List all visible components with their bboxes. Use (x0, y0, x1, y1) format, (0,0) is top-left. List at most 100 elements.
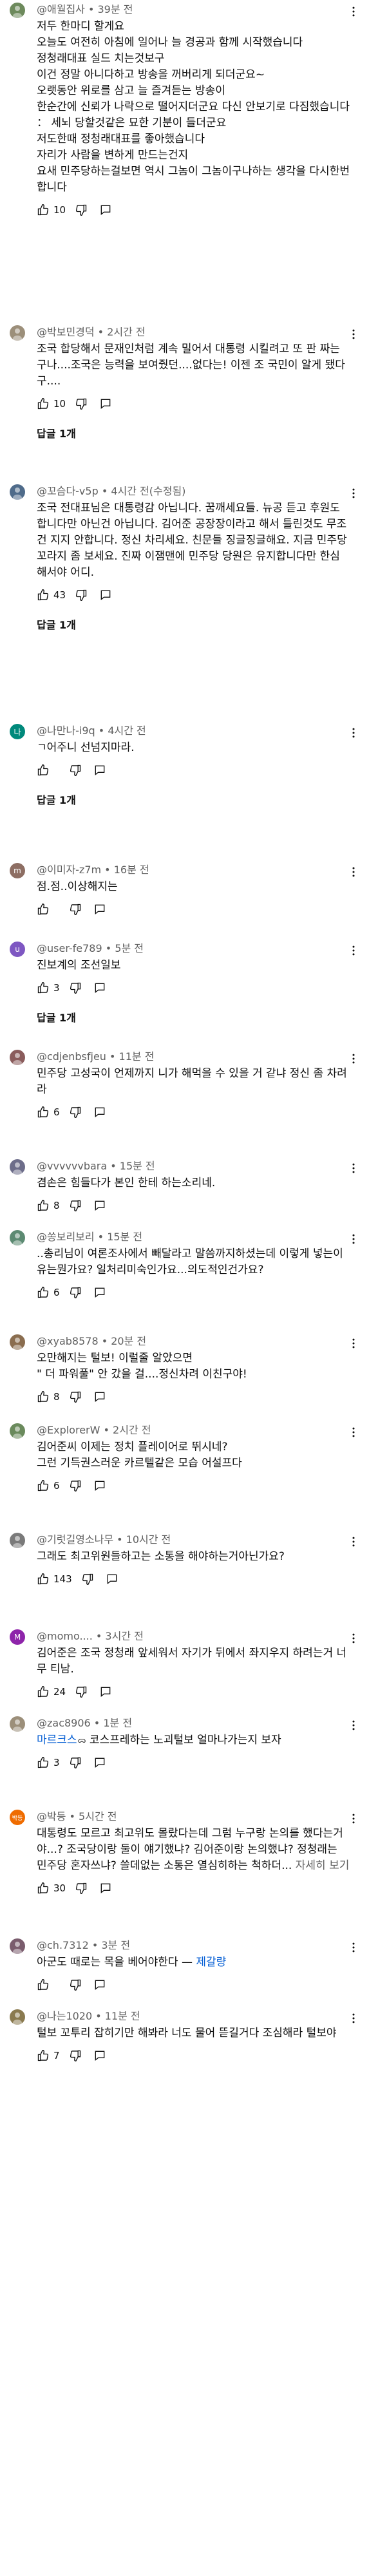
more-options-icon[interactable] (347, 1162, 360, 1175)
replies-button[interactable]: 답글 1개 (37, 423, 76, 442)
comment-author-time[interactable]: @ExplorerW • 2시간 전 (37, 1423, 350, 1437)
avatar[interactable]: M (10, 1629, 25, 1645)
thumbs-up-icon[interactable] (37, 764, 50, 777)
avatar[interactable] (10, 1334, 25, 1350)
thumbs-down-icon[interactable] (69, 764, 82, 777)
mention-link[interactable]: 마르크스 (37, 1734, 77, 1747)
thumbs-down-icon[interactable] (69, 1479, 82, 1492)
thumbs-up-icon[interactable] (37, 1199, 50, 1212)
thumbs-down-icon[interactable] (69, 1106, 82, 1119)
avatar[interactable] (10, 1050, 25, 1065)
more-options-icon[interactable] (347, 328, 360, 341)
avatar[interactable] (10, 2009, 25, 2025)
thumbs-down-icon[interactable] (69, 1978, 82, 1991)
thumbs-up-icon[interactable] (37, 1756, 50, 1769)
avatar[interactable] (10, 1938, 25, 1954)
reply-icon[interactable] (93, 1978, 106, 1991)
reply-icon[interactable] (93, 1390, 106, 1403)
avatar[interactable] (10, 1533, 25, 1548)
reply-icon[interactable] (99, 1685, 112, 1698)
more-options-icon[interactable] (347, 1426, 360, 1439)
thumbs-up-icon[interactable] (37, 589, 50, 601)
replies-button[interactable]: 답글 1개 (37, 790, 76, 809)
more-options-icon[interactable] (347, 1233, 360, 1245)
avatar[interactable]: m (10, 863, 25, 878)
thumbs-down-icon[interactable] (69, 2049, 82, 2062)
comment-author-time[interactable]: @나만나-i9q • 4시간 전 (37, 724, 350, 738)
thumbs-down-icon[interactable] (69, 1756, 82, 1769)
thumbs-up-icon[interactable] (37, 981, 50, 994)
thumbs-down-icon[interactable] (69, 1199, 82, 1212)
more-options-icon[interactable] (347, 944, 360, 957)
thumbs-down-icon[interactable] (69, 981, 82, 994)
avatar[interactable] (10, 484, 25, 500)
more-options-icon[interactable] (347, 2012, 360, 2025)
thumbs-up-icon[interactable] (37, 903, 50, 916)
comment-author-time[interactable]: @vvvvvvbara • 15분 전 (37, 1159, 350, 1173)
reply-icon[interactable] (93, 2049, 106, 2062)
avatar[interactable] (10, 3, 25, 18)
comment-author-time[interactable]: @꼬슴다-v5p • 4시간 전(수정됨) (37, 484, 350, 498)
avatar[interactable]: 박등 (10, 1810, 25, 1825)
more-options-icon[interactable] (347, 1941, 360, 1954)
reply-icon[interactable] (99, 397, 112, 410)
avatar[interactable] (10, 1159, 25, 1175)
more-options-icon[interactable] (347, 1052, 360, 1065)
avatar[interactable] (10, 1230, 25, 1245)
comment-author-time[interactable]: @쏭보리보리 • 15분 전 (37, 1230, 350, 1244)
avatar[interactable] (10, 1423, 25, 1439)
more-options-icon[interactable] (347, 487, 360, 500)
avatar[interactable] (10, 325, 25, 341)
reply-icon[interactable] (106, 1573, 118, 1586)
thumbs-down-icon[interactable] (69, 903, 82, 916)
comment-author-time[interactable]: @user-fe789 • 5분 전 (37, 942, 350, 956)
thumbs-down-icon[interactable] (75, 589, 88, 601)
thumbs-up-icon[interactable] (37, 397, 50, 410)
thumbs-down-icon[interactable] (75, 1685, 88, 1698)
reply-icon[interactable] (93, 1756, 106, 1769)
reply-icon[interactable] (99, 1882, 112, 1895)
read-more-link[interactable]: 자세히 보기 (296, 1859, 350, 1872)
thumbs-down-icon[interactable] (75, 204, 88, 216)
reply-icon[interactable] (93, 1106, 106, 1119)
thumbs-up-icon[interactable] (37, 1685, 50, 1698)
comment-author-time[interactable]: @나는1020 • 11분 전 (37, 2009, 350, 2023)
reply-icon[interactable] (93, 1286, 106, 1299)
avatar[interactable]: u (10, 942, 25, 957)
replies-button[interactable]: 답글 1개 (37, 614, 76, 634)
avatar[interactable] (10, 1716, 25, 1732)
thumbs-down-icon[interactable] (69, 1390, 82, 1403)
more-options-icon[interactable] (347, 726, 360, 739)
avatar[interactable]: 나 (10, 724, 25, 739)
thumbs-down-icon[interactable] (75, 397, 88, 410)
thumbs-up-icon[interactable] (37, 1106, 50, 1119)
more-options-icon[interactable] (347, 1535, 360, 1548)
comment-author-time[interactable]: @이미자-z7m • 16분 전 (37, 863, 350, 877)
more-options-icon[interactable] (347, 1812, 360, 1825)
more-options-icon[interactable] (347, 1719, 360, 1732)
more-options-icon[interactable] (347, 1337, 360, 1350)
thumbs-up-icon[interactable] (37, 1573, 50, 1586)
reply-icon[interactable] (93, 764, 106, 777)
thumbs-down-icon[interactable] (69, 1286, 82, 1299)
comment-author-time[interactable]: @cdjenbsfjeu • 11분 전 (37, 1050, 350, 1064)
more-options-icon[interactable] (347, 1632, 360, 1645)
thumbs-up-icon[interactable] (37, 2049, 50, 2062)
thumbs-up-icon[interactable] (37, 204, 50, 216)
thumbs-up-icon[interactable] (37, 1978, 50, 1991)
more-options-icon[interactable] (347, 866, 360, 878)
reply-icon[interactable] (93, 1479, 106, 1492)
thumbs-up-icon[interactable] (37, 1286, 50, 1299)
comment-author-time[interactable]: @박보민경덕 • 2시간 전 (37, 325, 350, 339)
comment-author-time[interactable]: @ch.7312 • 3분 전 (37, 1938, 350, 1953)
thumbs-up-icon[interactable] (37, 1390, 50, 1403)
comment-author-time[interactable]: @박등 • 5시간 전 (37, 1810, 350, 1824)
reply-icon[interactable] (93, 903, 106, 916)
mention-link[interactable]: 제갈량 (196, 1956, 226, 1969)
thumbs-down-icon[interactable] (81, 1573, 94, 1586)
comment-author-time[interactable]: @xyab8578 • 20분 전 (37, 1334, 350, 1349)
reply-icon[interactable] (93, 1199, 106, 1212)
more-options-icon[interactable] (347, 5, 360, 18)
reply-icon[interactable] (99, 204, 112, 216)
thumbs-up-icon[interactable] (37, 1479, 50, 1492)
